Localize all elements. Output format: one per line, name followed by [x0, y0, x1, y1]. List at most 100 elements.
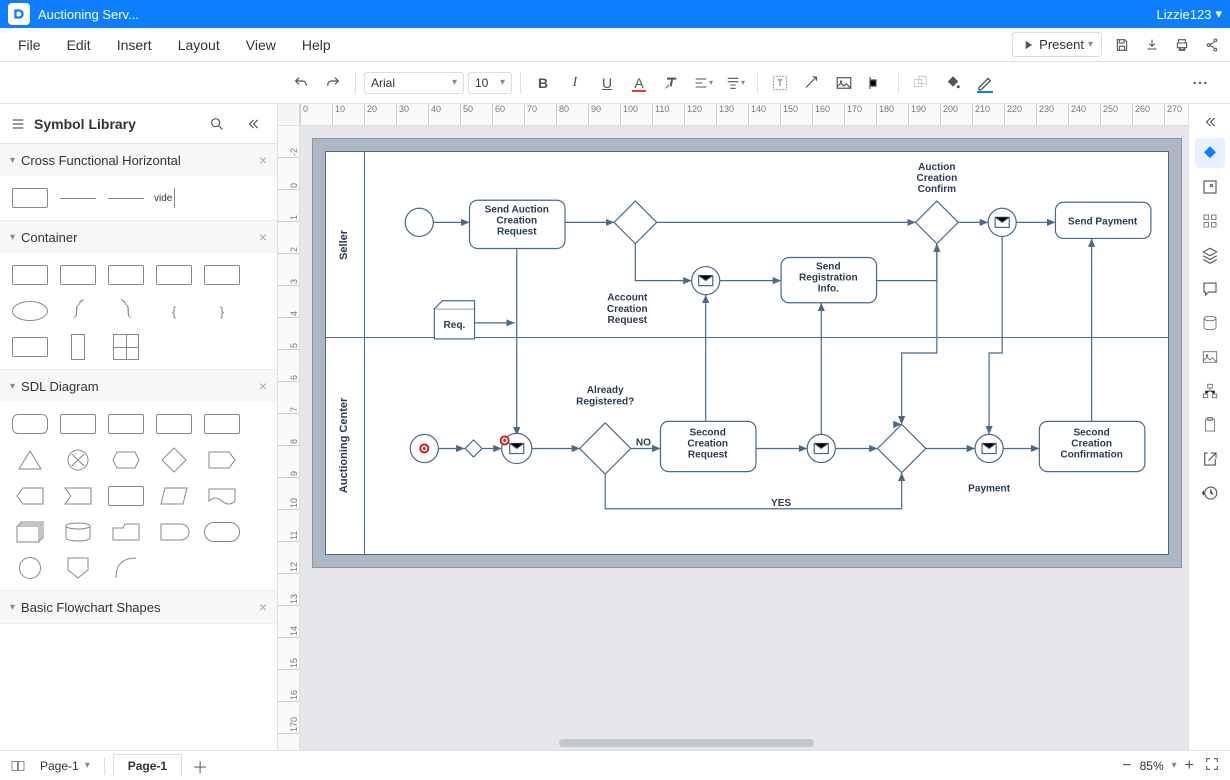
user-menu[interactable]: Lizzie123 ▾ — [1157, 6, 1222, 22]
shape-sdl3[interactable] — [106, 410, 146, 438]
shape-brace3[interactable]: { — [154, 297, 194, 325]
lib-section-sdl[interactable]: ▾ SDL Diagram × — [0, 370, 277, 402]
shape-sdl5[interactable] — [202, 410, 242, 438]
shape-ellipse[interactable] — [10, 297, 50, 325]
page-selector[interactable]: Page-1 ▾ — [34, 757, 96, 775]
rail-sitemap-icon[interactable] — [1195, 376, 1225, 406]
rail-style-icon[interactable] — [1195, 138, 1225, 168]
lib-section-container[interactable]: ▾ Container × — [0, 221, 277, 253]
rail-image-icon[interactable] — [1195, 342, 1225, 372]
connector-button[interactable] — [798, 69, 826, 97]
library-search-button[interactable] — [203, 110, 231, 138]
shape-arrow[interactable] — [202, 446, 242, 474]
shape-swimlane[interactable] — [10, 184, 50, 212]
bold-button[interactable]: B — [529, 69, 557, 97]
shape-rect5[interactable] — [202, 261, 242, 289]
rail-export-icon[interactable] — [1195, 172, 1225, 202]
text-tool-button[interactable]: T — [766, 69, 794, 97]
italic-button[interactable]: I — [561, 69, 589, 97]
undo-button[interactable] — [287, 69, 315, 97]
more-options-button[interactable] — [1186, 69, 1214, 97]
page-tab-1[interactable]: Page-1 — [113, 754, 182, 777]
shape-diamond[interactable] — [154, 446, 194, 474]
menu-file[interactable]: File — [8, 31, 51, 59]
shape-box2[interactable] — [106, 482, 146, 510]
shape-grid[interactable] — [106, 333, 146, 361]
underline-button[interactable]: U — [593, 69, 621, 97]
shape-triangle[interactable] — [10, 446, 50, 474]
shape-hex[interactable] — [106, 446, 146, 474]
shape-pill[interactable] — [202, 518, 242, 546]
diagram-page[interactable]: Seller Auctioning Center Send AuctionCr — [325, 151, 1169, 555]
rail-layers-icon[interactable] — [1195, 240, 1225, 270]
shape-shield[interactable] — [58, 554, 98, 582]
present-button[interactable]: Present ▾ — [1012, 32, 1102, 57]
shape-arc[interactable] — [106, 554, 146, 582]
add-page-button[interactable]: ＋ — [190, 756, 210, 776]
shape-vide[interactable]: vide — [154, 184, 214, 212]
shape-stack[interactable] — [10, 518, 50, 546]
node-mini-gateway[interactable] — [465, 440, 482, 457]
shape-rect2[interactable] — [58, 261, 98, 289]
shape-tab[interactable] — [106, 518, 146, 546]
print-icon[interactable] — [1172, 35, 1192, 55]
rail-link-icon[interactable] — [1195, 444, 1225, 474]
menu-edit[interactable]: Edit — [57, 31, 101, 59]
clear-format-button[interactable] — [657, 69, 685, 97]
library-collapse-button[interactable] — [239, 110, 267, 138]
fill-color-button[interactable] — [939, 69, 967, 97]
menu-layout[interactable]: Layout — [168, 31, 230, 59]
close-icon[interactable]: × — [259, 229, 267, 245]
rail-collapse-button[interactable] — [1189, 110, 1230, 134]
shape-sdl2[interactable] — [58, 410, 98, 438]
shape-sep[interactable] — [106, 184, 146, 212]
shape-sdl4[interactable] — [154, 410, 194, 438]
save-icon[interactable] — [1112, 35, 1132, 55]
shape-lane[interactable] — [58, 184, 98, 212]
pages-icon[interactable] — [10, 758, 26, 774]
node-gateway-registered[interactable] — [580, 423, 631, 474]
close-icon[interactable]: × — [259, 378, 267, 394]
shape-para[interactable] — [154, 482, 194, 510]
lib-section-cross-functional[interactable]: ▾ Cross Functional Horizontal × — [0, 144, 277, 176]
share-icon[interactable] — [1202, 35, 1222, 55]
line-color-button[interactable] — [971, 69, 999, 97]
node-start-seller[interactable] — [405, 208, 433, 236]
shape-halfround[interactable] — [154, 518, 194, 546]
close-icon[interactable]: × — [259, 599, 267, 615]
menu-help[interactable]: Help — [292, 31, 341, 59]
menu-insert[interactable]: Insert — [107, 31, 162, 59]
close-icon[interactable]: × — [259, 152, 267, 168]
group-button[interactable] — [907, 69, 935, 97]
shape-rect6[interactable] — [10, 333, 50, 361]
canvas-scroll[interactable]: Seller Auctioning Center Send AuctionCr — [300, 126, 1188, 750]
lib-section-basic-flowchart[interactable]: ▾ Basic Flowchart Shapes × — [0, 591, 277, 623]
font-color-button[interactable]: A — [625, 69, 653, 97]
align-h-button[interactable]: ▾ — [689, 69, 717, 97]
rail-history-icon[interactable] — [1195, 478, 1225, 508]
image-button[interactable] — [830, 69, 858, 97]
shape-inarrow[interactable] — [10, 482, 50, 510]
chevron-down-icon[interactable]: ▾ — [1172, 760, 1177, 771]
shape-brace2[interactable]: ༽ — [106, 297, 146, 325]
node-gateway-confirm[interactable] — [916, 201, 959, 244]
shape-rect[interactable] — [10, 261, 50, 289]
shape-rectcut[interactable] — [58, 482, 98, 510]
shape-brace4[interactable]: } — [202, 297, 242, 325]
menu-view[interactable]: View — [236, 31, 286, 59]
zoom-out-button[interactable]: − — [1122, 757, 1131, 775]
node-gateway1[interactable] — [614, 201, 657, 244]
node-gateway-center2[interactable] — [878, 424, 926, 472]
shape-wave[interactable] — [202, 482, 242, 510]
shape-sdl1[interactable] — [10, 410, 50, 438]
rail-grid-icon[interactable] — [1195, 206, 1225, 236]
font-family-select[interactable]: Arial ▾ — [364, 72, 464, 94]
rail-clipboard-icon[interactable] — [1195, 410, 1225, 440]
rail-data-icon[interactable] — [1195, 308, 1225, 338]
shape-rect3[interactable] — [106, 261, 146, 289]
align-v-button[interactable]: ▾ — [721, 69, 749, 97]
shape-circlex[interactable] — [58, 446, 98, 474]
fit-screen-button[interactable] — [1204, 756, 1220, 775]
font-size-select[interactable]: 10 ▾ — [468, 72, 512, 94]
shape-rect4[interactable] — [154, 261, 194, 289]
